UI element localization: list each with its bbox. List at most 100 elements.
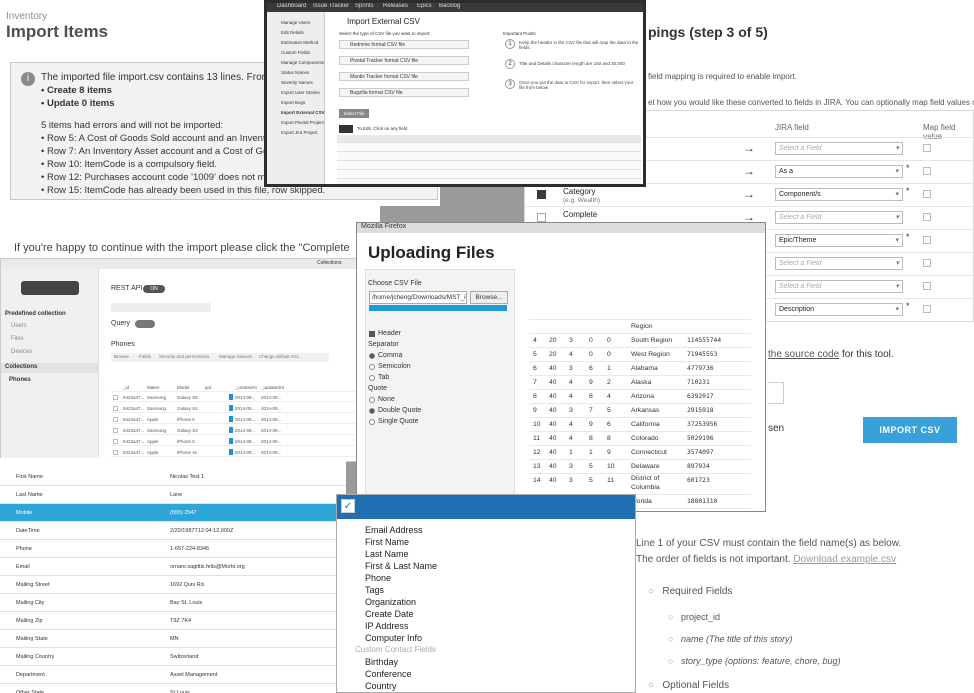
detail-row[interactable]: Mailing Zip T9Z 7K4 [0, 612, 346, 630]
jira-field-select[interactable]: As a [775, 165, 903, 178]
option-bugzilla[interactable]: Bugzilla format CSV file [339, 88, 469, 97]
sidebar-item[interactable]: Edit Details [281, 30, 304, 35]
table-cell[interactable]: 5422a47... [123, 404, 144, 413]
sidebar-item[interactable]: Import Pivotal Project [281, 120, 324, 125]
table-cell[interactable]: 2014-09... [235, 426, 255, 435]
detail-row[interactable]: Email ornare.sagittis.felis@Morbi.org [0, 558, 346, 576]
jira-field-select[interactable]: Select a Field [775, 142, 903, 155]
column-header[interactable]: Model [177, 383, 189, 392]
sidebar-item[interactable]: Estimation Method [281, 40, 318, 45]
field-option[interactable]: Conference [365, 669, 412, 679]
detail-row[interactable]: DateTime 2/20/1987T12:04:12.000Z [0, 522, 346, 540]
sidebar-item[interactable]: Manage Components [281, 60, 324, 65]
sidebar-item[interactable]: Users [11, 323, 27, 329]
map-value-checkbox[interactable] [923, 190, 931, 198]
radio-single-quote[interactable] [369, 419, 375, 425]
table-cell[interactable]: 2014-09... [261, 393, 281, 402]
sidebar-item[interactable]: Custom Fields [281, 50, 310, 55]
row-checkbox[interactable] [113, 439, 118, 444]
option-mantis[interactable]: Mantis Tracker format CSV file [339, 72, 469, 81]
field-option[interactable]: Phone [365, 573, 391, 583]
field-option[interactable]: Organization [365, 597, 416, 607]
table-cell[interactable]: 5422a47... [123, 426, 144, 435]
map-value-checkbox[interactable] [923, 282, 931, 290]
check-icon[interactable]: ✓ [341, 499, 355, 513]
table-cell[interactable]: Galaxy S3 [177, 426, 198, 435]
file-path-input[interactable]: /home/jcheng/Downloads/MST_i [369, 291, 467, 304]
sidebar-item-phones[interactable]: Phones [9, 377, 31, 383]
sidebar-item[interactable]: Import User Stories [281, 90, 320, 95]
map-value-checkbox[interactable] [923, 167, 931, 175]
map-value-checkbox[interactable] [923, 144, 931, 152]
row-checkbox[interactable] [113, 395, 118, 400]
detail-row[interactable]: Mailing State MN [0, 630, 346, 648]
sidebar-item[interactable]: Devices [11, 349, 32, 355]
table-row[interactable]: 5422a47... Samsung Galaxy S5 2014-09... 2014… [111, 393, 356, 402]
field-option[interactable]: Country [365, 681, 397, 691]
table-cell[interactable]: 2014-09... [261, 404, 281, 413]
nav-item[interactable]: Releases [383, 3, 408, 9]
jira-field-select[interactable]: Epic/Theme [775, 234, 903, 247]
column-header[interactable]: _id [123, 383, 129, 392]
row-checkbox[interactable] [113, 450, 118, 455]
detail-row[interactable]: Department Asset Management [0, 666, 346, 684]
sidebar-item[interactable]: Manage Users [281, 20, 310, 25]
table-cell[interactable]: Galaxy S5 [177, 393, 198, 402]
table-cell[interactable]: Samsung [147, 393, 166, 402]
column-header[interactable]: gol [205, 383, 211, 392]
detail-row[interactable]: Mobile (555) 2547 [0, 504, 346, 522]
file-input-edge[interactable] [768, 382, 784, 404]
table-cell[interactable]: Apple [147, 415, 159, 424]
import-csv-button[interactable]: IMPORT CSV [863, 417, 957, 443]
table-cell[interactable]: iPhone 6 [177, 415, 195, 424]
table-cell[interactable]: 2014-09... [235, 448, 255, 457]
row-checkbox[interactable] [113, 406, 118, 411]
sidebar-item[interactable]: Import Bugs [281, 100, 305, 105]
field-option[interactable]: Birthday [365, 657, 398, 667]
detail-row[interactable]: Other State St Louis [0, 684, 346, 693]
table-cell[interactable]: 5422a47... [123, 415, 144, 424]
radio-comma[interactable] [369, 353, 375, 359]
download-example-link[interactable]: Download example.csv [793, 554, 896, 565]
nav-item[interactable]: Backlog [439, 3, 460, 9]
column-header[interactable]: _createdAt [235, 383, 257, 392]
radio-none[interactable] [369, 397, 375, 403]
sidebar-item[interactable]: Status Names [281, 70, 309, 75]
sidebar-item[interactable]: Severity Names [281, 80, 313, 85]
sidebar-item[interactable]: Import Jira Project [281, 130, 318, 135]
option-redmine[interactable]: Redmine format CSV file [339, 40, 469, 49]
detail-row[interactable]: First Name Nicolas Test 1 [0, 468, 346, 486]
table-cell[interactable]: 2014-09... [235, 404, 255, 413]
method-tabs[interactable] [111, 303, 211, 312]
field-option[interactable]: Last Name [365, 549, 409, 559]
table-row[interactable]: 5422a47... Samsung Galaxy S3 2014-09... 2014… [111, 426, 356, 435]
table-cell[interactable]: 5422a47... [123, 437, 144, 446]
table-cell[interactable]: 2014-09... [235, 415, 255, 424]
nav-item[interactable]: Dashboard [277, 3, 306, 9]
nav-item[interactable]: Epics [417, 3, 432, 9]
table-cell[interactable]: iPhone 5 [177, 437, 195, 446]
source-code-link[interactable]: the source code [768, 349, 839, 360]
table-cell[interactable]: Galaxy S4 [177, 404, 198, 413]
import-checkbox[interactable] [537, 190, 546, 199]
table-cell[interactable]: Apple [147, 437, 159, 446]
sidebar-item[interactable]: Files [11, 336, 24, 342]
query-toggle[interactable] [135, 320, 155, 328]
table-row[interactable]: 5422a47... Samsung Galaxy S4 2014-09... 2014… [111, 404, 356, 413]
header-checkbox[interactable] [369, 331, 375, 337]
table-row[interactable]: 5422a47... Apple iPhone 4s 2014-09... 2014-0… [111, 448, 356, 457]
map-value-checkbox[interactable] [923, 259, 931, 267]
tab-fields[interactable]: Fields [139, 354, 151, 359]
nav-item[interactable]: Issue Tracker [313, 3, 349, 9]
table-cell[interactable]: 2014-09... [235, 393, 255, 402]
table-cell[interactable]: Samsung [147, 404, 166, 413]
column-header[interactable]: Maker [147, 383, 160, 392]
detail-row[interactable]: Mailing City Bay St. Louis [0, 594, 346, 612]
radio-double-quote[interactable] [369, 408, 375, 414]
jira-field-select[interactable]: Description [775, 303, 903, 316]
breadcrumb[interactable]: Inventory [6, 11, 47, 22]
table-row[interactable]: 5422a47... Apple iPhone 6 2014-09... 2014-09… [111, 415, 356, 424]
select-file-button[interactable]: Select File [339, 109, 369, 118]
map-value-checkbox[interactable] [923, 236, 931, 244]
browse-button[interactable]: Browse... [470, 291, 508, 304]
